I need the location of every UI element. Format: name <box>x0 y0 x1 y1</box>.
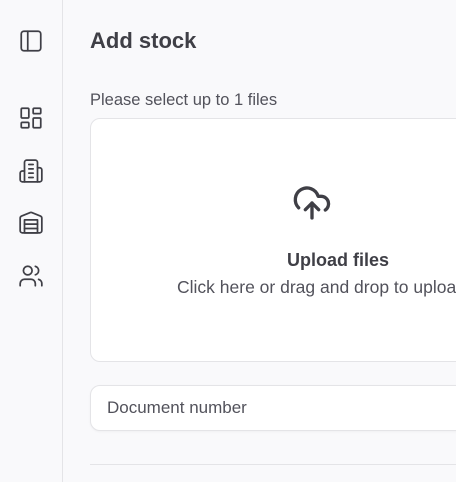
users-icon <box>19 265 43 287</box>
section-divider <box>90 464 456 465</box>
sidebar-toggle-button[interactable] <box>16 26 46 56</box>
main-content: Add stock Please select up to 1 files Up… <box>63 0 456 482</box>
sidebar <box>0 0 63 482</box>
sidebar-toggle-icon <box>20 30 42 52</box>
file-dropzone[interactable] <box>90 118 456 362</box>
upload-title: Upload files <box>287 250 390 270</box>
dashboard-grid-icon <box>20 107 42 129</box>
building-icon <box>19 159 43 183</box>
upload-hint-label: Please select up to 1 files <box>90 91 278 109</box>
warehouse-icon <box>19 211 43 234</box>
cloud-upload-icon <box>292 183 332 223</box>
app-window: Add stock Please select up to 1 files Up… <box>0 0 456 482</box>
sidebar-item-users[interactable] <box>16 261 46 291</box>
page-title: Add stock <box>90 28 197 53</box>
sidebar-item-dashboard[interactable] <box>16 103 46 133</box>
document-number-input[interactable] <box>90 385 456 431</box>
sidebar-item-buildings[interactable] <box>16 156 46 186</box>
sidebar-item-warehouse[interactable] <box>16 207 46 237</box>
upload-subtitle: Click here or drag and drop to upload <box>177 277 456 297</box>
